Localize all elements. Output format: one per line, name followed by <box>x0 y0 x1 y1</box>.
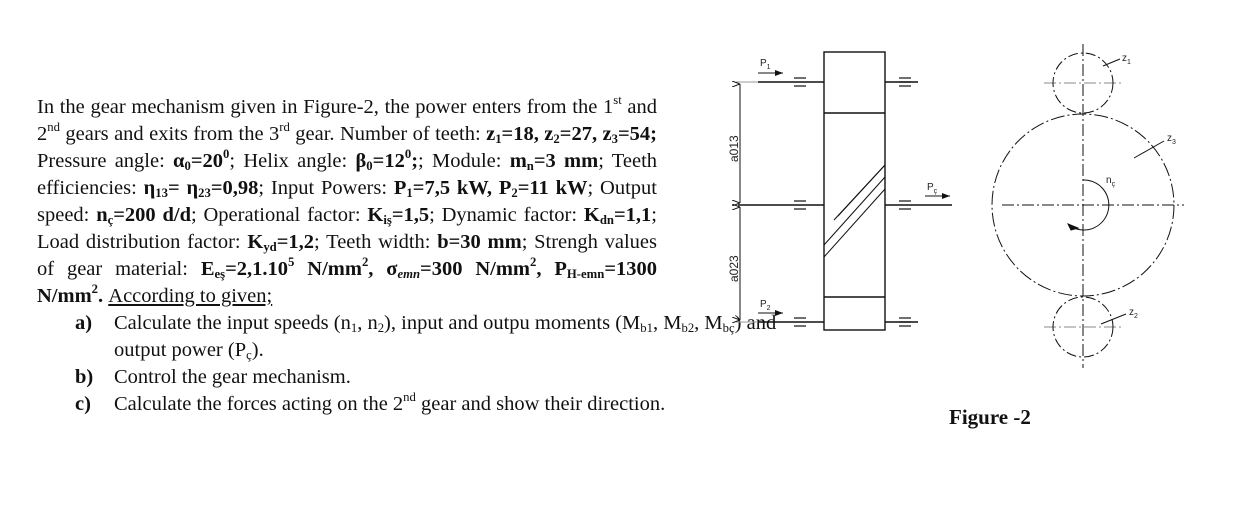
label-nc: nç <box>1106 175 1116 188</box>
front-view-labels: z1 z3 z2 nç <box>1106 53 1176 320</box>
gear-mechanism-figure: P1 P2 Pç a013 a023 z1 z3 z2 nç <box>727 44 1184 368</box>
figure-caption: Figure -2 <box>949 405 1031 429</box>
label-pc: Pç <box>927 182 938 195</box>
label-z2: z2 <box>1129 307 1138 320</box>
helix-hatch <box>823 164 886 258</box>
label-a023: a023 <box>727 255 741 282</box>
label-p1: P1 <box>760 58 771 71</box>
bearing-icons <box>794 77 911 327</box>
leader-z2 <box>1100 313 1127 325</box>
gear-block <box>823 51 886 331</box>
label-a013: a013 <box>727 135 741 162</box>
label-z3: z3 <box>1167 133 1176 146</box>
front-view <box>991 44 1184 368</box>
label-p2: P2 <box>760 299 771 312</box>
side-view-labels: P1 P2 Pç a013 a023 <box>727 58 938 312</box>
side-view <box>736 51 952 331</box>
label-z1: z1 <box>1122 53 1131 66</box>
